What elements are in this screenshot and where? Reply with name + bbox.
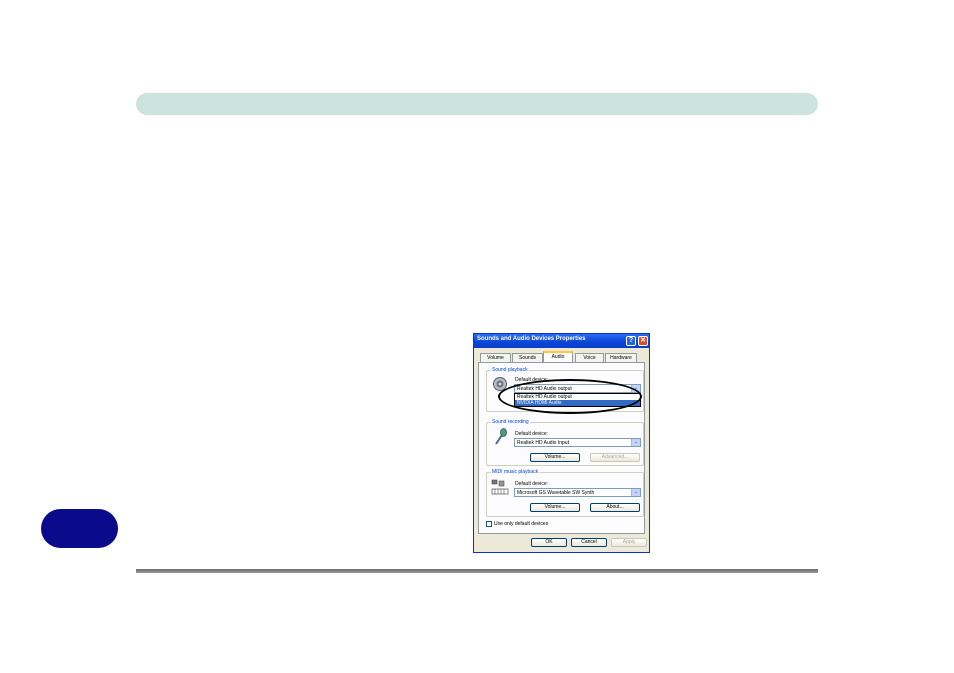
- recording-advanced-button[interactable]: Advanced...: [590, 453, 640, 462]
- recording-device-select[interactable]: Realtek HD Audio Input ⌄: [514, 438, 641, 447]
- chevron-down-icon[interactable]: ⌄: [631, 439, 640, 446]
- footer-rule: [136, 569, 818, 573]
- page-header-bar: [136, 93, 818, 115]
- ok-button[interactable]: OK: [531, 538, 567, 547]
- recording-device-value: Realtek HD Audio Input: [517, 440, 569, 446]
- tab-hardware[interactable]: Hardware: [605, 353, 637, 362]
- chapter-side-tab: [41, 509, 118, 548]
- dialog-titlebar[interactable]: Sounds and Audio Devices Properties ? ✕: [474, 334, 649, 348]
- chevron-down-icon[interactable]: ⌄: [631, 489, 640, 496]
- midi-device-value: Microsoft GS Wavetable SW Synth: [517, 490, 595, 496]
- midi-playback-title: MIDI music playback: [491, 469, 540, 475]
- tab-audio[interactable]: Audio: [543, 351, 573, 362]
- dialog-title: Sounds and Audio Devices Properties: [477, 336, 586, 342]
- help-button[interactable]: ?: [626, 336, 636, 346]
- midi-keyboard-icon: [491, 479, 509, 495]
- use-only-default-checkbox[interactable]: [486, 521, 492, 527]
- midi-volume-button[interactable]: Volume...: [530, 503, 580, 512]
- recording-volume-button[interactable]: Volume...: [530, 453, 580, 462]
- midi-default-device-label: Default device:: [515, 481, 549, 487]
- recording-default-device-label: Default device:: [515, 431, 549, 437]
- sounds-audio-properties-dialog: Sounds and Audio Devices Properties ? ✕ …: [473, 333, 650, 553]
- midi-about-button[interactable]: About...: [590, 503, 640, 512]
- apply-button[interactable]: Apply: [611, 538, 647, 547]
- use-only-default-label: Use only default devices: [494, 521, 549, 527]
- sound-recording-group: Sound recording Default device: Realtek …: [486, 419, 644, 466]
- midi-playback-group: MIDI music playback Default device: Micr…: [486, 469, 644, 517]
- cancel-button[interactable]: Cancel: [571, 538, 607, 547]
- microphone-icon: [495, 428, 507, 445]
- tab-voice[interactable]: Voice: [575, 353, 604, 362]
- close-button[interactable]: ✕: [638, 336, 648, 346]
- sound-recording-title: Sound recording: [491, 419, 530, 425]
- highlight-ellipse: [498, 379, 642, 414]
- sound-playback-title: Sound playback: [491, 367, 529, 373]
- midi-device-select[interactable]: Microsoft GS Wavetable SW Synth ⌄: [514, 488, 641, 497]
- tab-sounds[interactable]: Sounds: [512, 353, 543, 362]
- tab-volume[interactable]: Volume: [480, 353, 511, 362]
